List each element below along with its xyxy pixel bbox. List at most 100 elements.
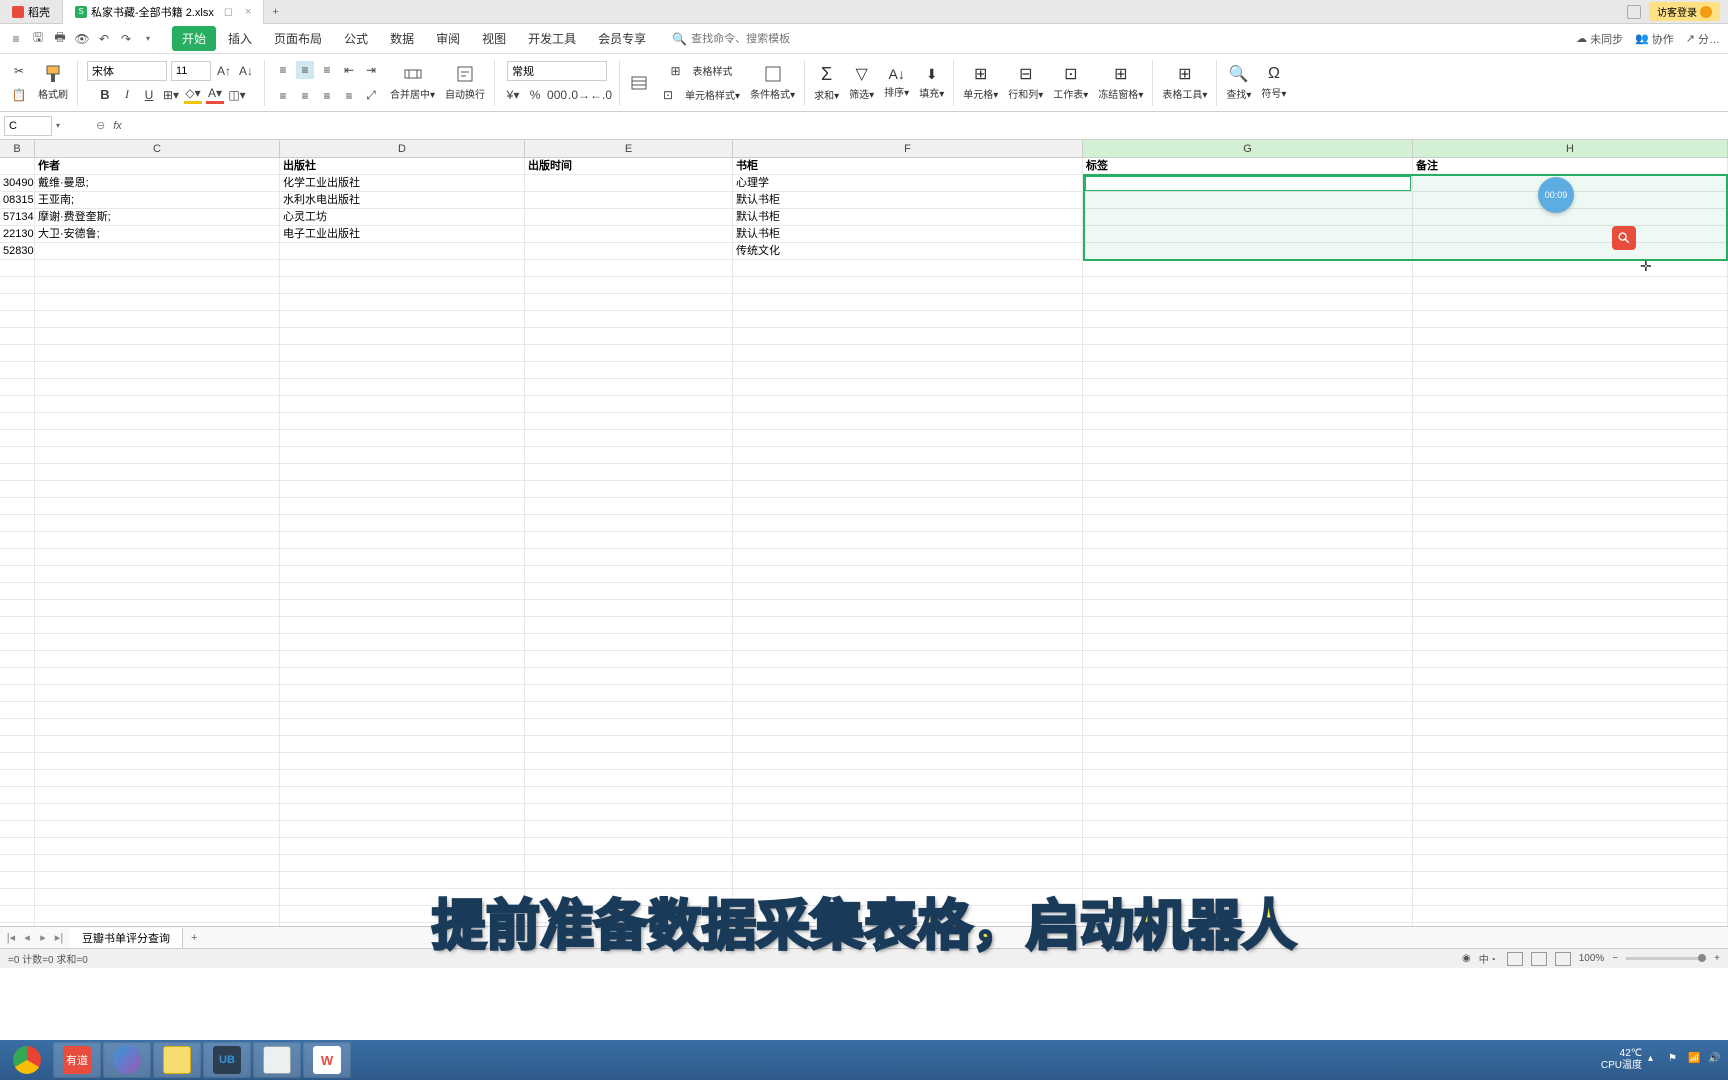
zoom-in-icon[interactable]: + [1714,953,1720,964]
cell-button[interactable]: ⊞单元格▾ [963,64,998,101]
zoom-value[interactable]: 100% [1579,953,1605,964]
zoom-slider[interactable] [1626,957,1706,960]
filter-button[interactable]: ▽筛选▾ [849,64,874,101]
cell[interactable]: 传统文化 [733,243,1083,260]
table-style-quick-button[interactable] [629,73,649,93]
cell[interactable] [1083,226,1413,243]
ribbon-tab-layout[interactable]: 页面布局 [264,26,332,51]
cell[interactable]: 心灵工坊 [280,209,525,226]
undo-icon[interactable]: ↶ [96,31,112,47]
freeze-button[interactable]: ⊞冻结窗格▾ [1098,64,1143,101]
cell-style-icon[interactable]: ⊡ [659,86,677,104]
cell-header-author[interactable]: 作者 [35,158,280,175]
search-input[interactable] [691,33,791,45]
floating-search-button[interactable] [1612,226,1636,250]
cell[interactable] [1083,209,1413,226]
sheet-last-icon[interactable]: ▸| [52,931,66,944]
decimal-inc-icon[interactable]: .0→ [570,86,588,104]
sheet-add-button[interactable]: + [183,932,205,944]
sheet-first-icon[interactable]: |◂ [4,931,18,944]
cell[interactable] [1413,209,1728,226]
cell-header-shelf[interactable]: 书柜 [733,158,1083,175]
eye-icon[interactable]: ◉ [1462,953,1471,964]
formula-input[interactable] [122,116,1728,136]
align-left-icon[interactable]: ≡ [274,87,292,105]
font-size-select[interactable] [171,61,211,81]
taskbar-cpu-temp[interactable]: 42℃ CPU温度 [1601,1048,1642,1072]
cell[interactable] [525,175,733,192]
format-brush-button[interactable]: 格式刷 [38,64,68,101]
view-normal-icon[interactable] [1507,952,1523,966]
indent-left-icon[interactable]: ⇤ [340,61,358,79]
tab-close-icon[interactable]: × [245,6,251,18]
zoom-out-icon[interactable]: − [1612,953,1618,964]
cell-header-tag[interactable]: 标签 [1083,158,1413,175]
ribbon-tab-insert[interactable]: 插入 [218,26,262,51]
ribbon-tab-view[interactable]: 视图 [472,26,516,51]
login-button[interactable]: 访客登录 [1649,2,1720,21]
comma-icon[interactable]: 000 [548,86,566,104]
cell[interactable]: 221309 [0,226,35,243]
cell-style-quick[interactable]: ◫▾ [228,86,246,104]
align-justify-icon[interactable]: ≡ [340,87,358,105]
view-layout-icon[interactable] [1531,952,1547,966]
align-top-icon[interactable]: ≡ [274,61,292,79]
col-header-d[interactable]: D [280,140,525,157]
col-header-g[interactable]: G [1083,140,1413,157]
cell[interactable]: 083153 [0,192,35,209]
cell[interactable]: 默认书柜 [733,192,1083,209]
cell[interactable]: 528304 [0,243,35,260]
window-icon[interactable] [1627,5,1641,19]
number-format-select[interactable] [507,61,607,81]
tab-add-button[interactable]: + [264,6,286,18]
tab-file-active[interactable]: S 私家书藏-全部书籍 2.xlsx ◻ × [63,0,264,24]
cell-header-remark[interactable]: 备注 [1413,158,1728,175]
cell[interactable] [525,209,733,226]
sync-button[interactable]: ☁未同步 [1576,31,1623,47]
col-header-e[interactable]: E [525,140,733,157]
sheet-tab-active[interactable]: 豆瓣书单评分查询 [70,928,183,948]
sum-button[interactable]: Σ求和▾ [814,64,839,102]
sort-button[interactable]: A↓排序▾ [884,66,909,99]
fx-label[interactable]: fx [113,120,122,132]
save-icon[interactable]: 🖫 [30,31,46,47]
cell[interactable] [1413,243,1728,260]
italic-button[interactable]: I [118,86,136,104]
decrease-font-icon[interactable]: A↓ [237,62,255,80]
cell-header-publisher[interactable]: 出版社 [280,158,525,175]
align-center-icon[interactable]: ≡ [296,87,314,105]
tab-home[interactable]: 稻壳 [0,0,63,24]
table-style-icon[interactable]: ⊞ [667,62,685,80]
share-button[interactable]: ↗分… [1686,31,1720,47]
cell-style-label[interactable]: 单元格样式▾ [685,87,740,102]
cell[interactable]: 默认书柜 [733,209,1083,226]
redo-icon[interactable]: ↷ [118,31,134,47]
font-select[interactable] [87,61,167,81]
print-icon[interactable]: 🖶 [52,31,68,47]
sheet-prev-icon[interactable]: ◂ [20,931,34,944]
cell[interactable]: 默认书柜 [733,226,1083,243]
ribbon-tab-start[interactable]: 开始 [172,26,216,51]
align-bottom-icon[interactable]: ≡ [318,61,336,79]
taskbar-app1[interactable] [103,1042,151,1078]
table-style-label[interactable]: 表格样式 [693,63,733,78]
cell[interactable] [35,243,280,260]
grid-body[interactable]: 作者 出版社 出版时间 书柜 标签 备注 304902 戴维·曼恩; 化学工业出… [0,158,1728,926]
border-button[interactable]: ⊞▾ [162,86,180,104]
taskbar-notepad[interactable] [253,1042,301,1078]
rowcol-button[interactable]: ⊟行和列▾ [1008,64,1043,101]
zoom-out-fx-icon[interactable]: ⊖ [96,119,105,132]
cell[interactable]: 水利水电出版社 [280,192,525,209]
taskbar-uibot[interactable]: UB [203,1042,251,1078]
font-color-button[interactable]: A▾ [206,86,224,104]
cell-header-pubdate[interactable]: 出版时间 [525,158,733,175]
ribbon-tab-vip[interactable]: 会员专享 [588,26,656,51]
ribbon-tab-dev[interactable]: 开发工具 [518,26,586,51]
spreadsheet-grid[interactable]: B C D E F G H 作者 出版社 出版时间 书柜 标签 备注 30490… [0,140,1728,926]
fill-color-button[interactable]: ◇▾ [184,86,202,104]
increase-font-icon[interactable]: A↑ [215,62,233,80]
cell[interactable]: 王亚南; [35,192,280,209]
cond-format-button[interactable]: 条件格式▾ [750,64,795,101]
taskbar-explorer[interactable] [153,1042,201,1078]
cell[interactable] [525,192,733,209]
